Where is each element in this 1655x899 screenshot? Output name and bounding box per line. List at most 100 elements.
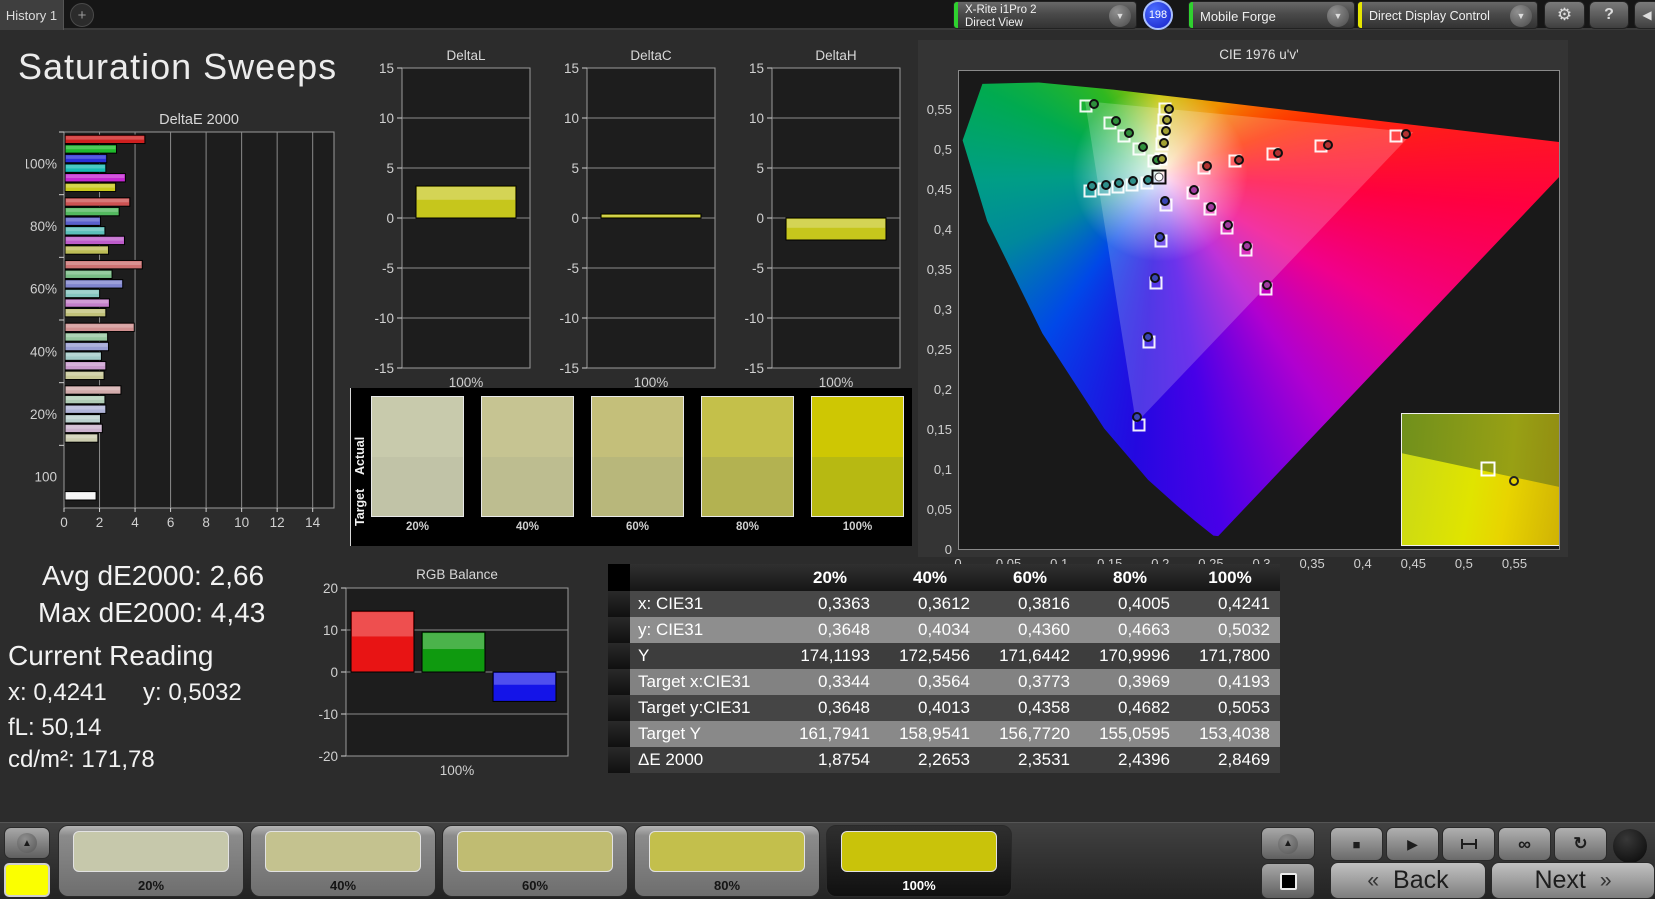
table-cell: 0,3612 [918,594,970,613]
table-row-label: Y [638,646,650,665]
add-tab-button[interactable]: + [70,3,94,27]
gear-icon: ⚙ [1556,5,1573,24]
svg-text:8: 8 [202,515,210,530]
svg-text:-5: -5 [752,261,764,276]
table-cell: 0,4682 [1118,698,1170,717]
cyan-measured-marker [1128,176,1139,187]
svg-text:0: 0 [60,515,68,530]
cie-y-tick-label: 0,4 [933,222,952,237]
chevron-down-icon[interactable]: ▼ [1327,5,1349,27]
settings-button[interactable]: ⚙ [1544,1,1585,29]
display-control-label: Direct Display Control [1369,9,1490,23]
actual-color [372,397,463,457]
cie-y-tick-label: 0,5 [933,142,952,157]
inset-gamut-edge [1402,414,1559,496]
current-pattern-color-swatch[interactable] [4,863,50,897]
help-button[interactable]: ? [1589,1,1629,29]
svg-text:DeltaH: DeltaH [815,48,856,63]
pattern-patch-20%[interactable]: 20% [58,825,244,897]
back-button[interactable]: « Back [1330,862,1486,899]
workflow-label: Mobile Forge [1200,8,1276,24]
current-fl-readout: fL: 50,14 [8,714,102,741]
inset-measured-marker [1508,475,1519,486]
workflow-dropdown[interactable]: Mobile Forge ▼ [1188,1,1355,29]
table-row: Target y:CIE31 0,3648 0,4013 0,4358 0,4682 0,… [608,695,1280,721]
svg-text:-10: -10 [744,311,764,326]
magenta-measured-marker [1261,279,1272,290]
table-cell: 0,4013 [918,698,970,717]
table-row-label: Target y:CIE31 [638,698,751,717]
play-button[interactable]: ▶ [1386,827,1439,861]
collapse-pattern-bar-button[interactable]: ▲ [4,827,50,859]
target-color [482,456,573,516]
target-color [372,456,463,516]
loop-button[interactable]: ↻ [1554,827,1607,861]
table-cell: 171,6442 [999,646,1070,665]
table-row: Y 174,1193 172,5456 171,6442 170,9996 171,780… [608,643,1280,669]
patch-label: 60% [521,878,549,893]
svg-text:20: 20 [323,581,338,596]
tab-history-1[interactable]: History 1 [0,0,64,30]
rgb-balance-chart: 20 10 0 -10 -20 RGB Balance 100% [318,567,569,778]
svg-text:-5: -5 [382,261,394,276]
table-cell: 0,4360 [1018,620,1070,639]
table-col-header: 100% [1208,567,1252,587]
pattern-patch-100%[interactable]: 100% [826,825,1012,897]
table-cell: 156,7720 [999,724,1070,743]
stop-button[interactable]: ■ [1330,827,1383,861]
display-control-dropdown[interactable]: Direct Display Control ▼ [1357,1,1538,29]
table-cell: 0,4193 [1218,672,1270,691]
cie-x-tick-label: 0,35 [1299,556,1325,571]
compare-swatch-40% [481,396,574,517]
next-button[interactable]: Next » [1491,862,1655,899]
svg-text:6: 6 [167,515,175,530]
svg-text:40%: 40% [30,344,57,359]
table-cell: 0,4005 [1118,594,1170,613]
chevron-down-icon[interactable]: ▼ [1510,5,1532,27]
svg-text:0: 0 [571,211,579,226]
svg-text:0: 0 [386,211,394,226]
chevron-down-icon[interactable]: ▼ [1109,5,1131,27]
magenta-measured-marker [1242,241,1253,252]
continuous-measure-button[interactable]: ∞ [1498,827,1551,861]
table-col-header: 40% [912,567,948,587]
magenta-measured-marker [1223,219,1234,230]
green-measured-marker [1138,142,1149,152]
avg-de2000-readout: Avg dE2000: 2,66 [42,560,265,591]
patch-color-chip [457,831,613,872]
table-row: Target Y 161,7941 158,9541 156,7720 155,0595… [608,721,1280,747]
deltaH-chart: 151050-5-10-15DeltaH100% [744,48,901,390]
table-cell: 2,4396 [1118,750,1170,769]
green-measured-marker [1123,128,1134,139]
table-cell: 0,5053 [1218,698,1270,717]
pattern-window-button[interactable] [1261,863,1315,899]
meter-dropdown[interactable]: X-Rite i1Pro 2 Direct View ▼ [953,1,1137,29]
single-measure-button[interactable] [1442,827,1495,861]
meter-count-badge[interactable]: 198 [1143,0,1173,30]
svg-text:-10: -10 [318,707,338,722]
green-measured-marker [1110,115,1121,126]
single-measure-icon [1460,839,1477,849]
compare-swatch-label: 100% [842,521,873,533]
table-cell: 171,7800 [1199,646,1270,665]
cie-x-tick-label: 0,5 [1454,556,1473,571]
svg-text:15: 15 [379,61,394,76]
svg-text:100%: 100% [440,763,475,778]
collapse-toolbar-button[interactable]: ◀ [1634,1,1655,29]
cyan-measured-marker [1113,178,1124,188]
blue-measured-marker [1160,196,1171,207]
svg-text:15: 15 [564,61,579,76]
pattern-patch-40%[interactable]: 40% [250,825,436,897]
table-cell: 0,3648 [818,698,870,717]
table-row-label: ΔE 2000 [638,750,704,769]
table-cell: 0,3773 [1018,672,1070,691]
svg-text:20%: 20% [30,407,57,422]
pattern-patch-60%[interactable]: 60% [442,825,628,897]
pattern-patch-80%[interactable]: 80% [634,825,820,897]
patch-label: 40% [329,878,357,893]
actual-color [592,397,683,457]
tab-history-1-label: History 1 [5,7,58,23]
patch-color-chip [265,831,421,872]
deltae2000-chart: DeltaE 2000 100% 80% 60% 40% 20% 100 0 2 4 6 8 10 12 1… [26,112,335,530]
collapse-transport-button[interactable]: ▲ [1261,827,1315,860]
